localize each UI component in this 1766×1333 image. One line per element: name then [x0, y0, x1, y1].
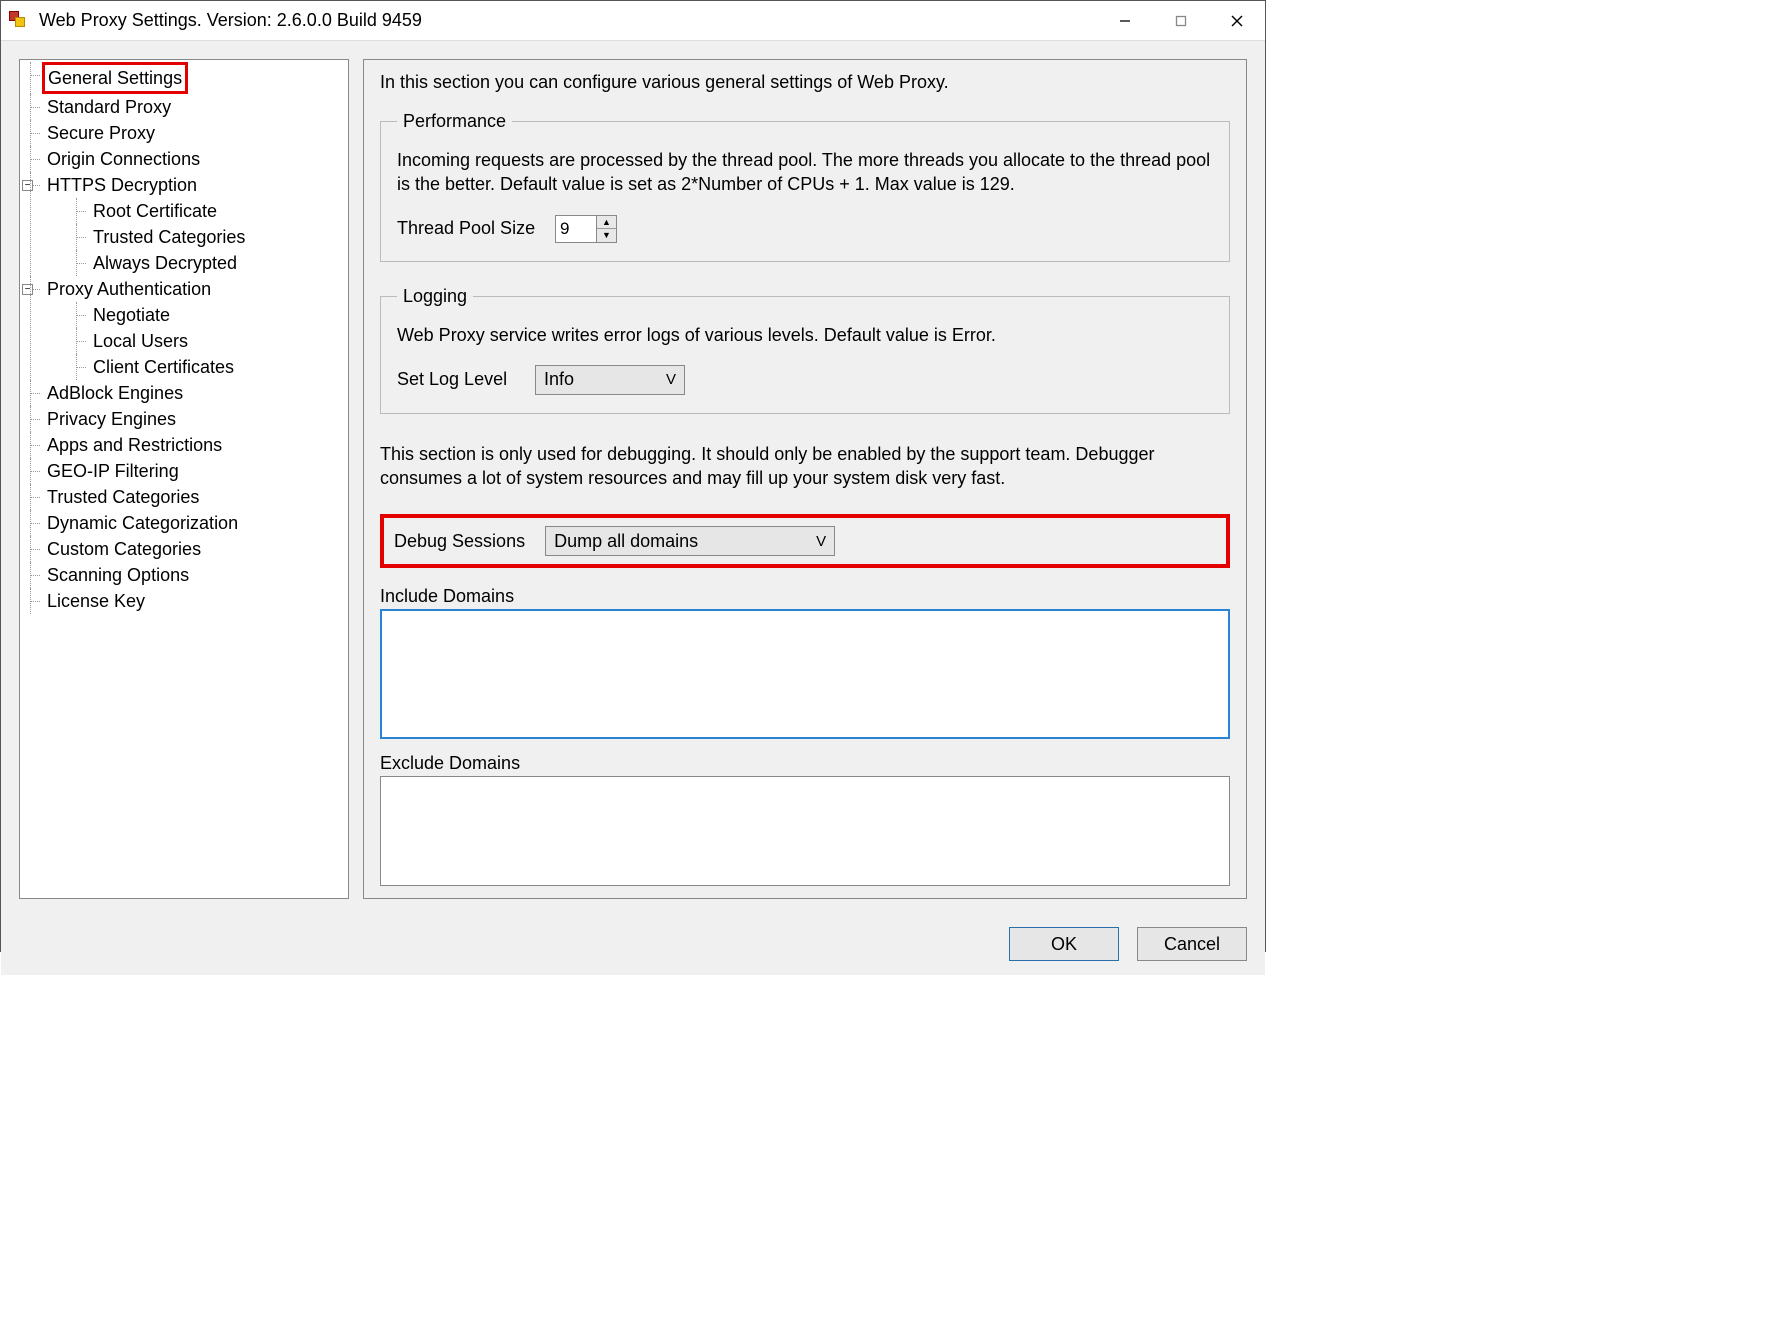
debug-sessions-label: Debug Sessions — [394, 531, 525, 552]
tree-item-origin-connections[interactable]: Origin Connections — [20, 146, 348, 172]
logging-group: Logging Web Proxy service writes error l… — [380, 286, 1230, 414]
include-domains-label: Include Domains — [380, 586, 1230, 607]
cancel-button[interactable]: Cancel — [1137, 927, 1247, 961]
close-button[interactable] — [1209, 1, 1265, 41]
titlebar: Web Proxy Settings. Version: 2.6.0.0 Bui… — [1, 1, 1265, 41]
tree-item-adblock[interactable]: AdBlock Engines — [20, 380, 348, 406]
tree-item-local-users[interactable]: Local Users — [66, 328, 348, 354]
tree-item-dynamic-categorization[interactable]: Dynamic Categorization — [20, 510, 348, 536]
log-level-label: Set Log Level — [397, 369, 517, 390]
debug-desc: This section is only used for debugging.… — [380, 442, 1230, 491]
spinner-down-icon[interactable]: ▼ — [597, 229, 616, 242]
minimize-button[interactable] — [1097, 1, 1153, 41]
maximize-icon — [1175, 15, 1187, 27]
tree-item-client-certs[interactable]: Client Certificates — [66, 354, 348, 380]
app-icon — [9, 11, 29, 31]
tree-item-standard-proxy[interactable]: Standard Proxy — [20, 94, 348, 120]
tree-item-always-decrypted[interactable]: Always Decrypted — [66, 250, 348, 276]
maximize-button[interactable] — [1153, 1, 1209, 41]
dialog-buttons: OK Cancel — [1, 917, 1265, 975]
tree-item-proxy-auth[interactable]: Proxy Authentication Negotiate Local Use… — [20, 276, 348, 380]
collapse-icon[interactable] — [22, 180, 33, 191]
minimize-icon — [1119, 15, 1131, 27]
exclude-domains-textarea[interactable] — [380, 776, 1230, 886]
tree-item-apps-restrictions[interactable]: Apps and Restrictions — [20, 432, 348, 458]
settings-window: Web Proxy Settings. Version: 2.6.0.0 Bui… — [0, 0, 1266, 952]
chevron-down-icon: V — [816, 533, 826, 550]
exclude-domains-label: Exclude Domains — [380, 753, 1230, 774]
log-level-value: Info — [544, 369, 574, 390]
chevron-down-icon: V — [666, 371, 676, 388]
spinner-up-icon[interactable]: ▲ — [597, 216, 616, 230]
tree-item-scanning-options[interactable]: Scanning Options — [20, 562, 348, 588]
window-controls — [1097, 1, 1265, 41]
tree-item-privacy[interactable]: Privacy Engines — [20, 406, 348, 432]
nav-tree: General Settings Standard Proxy Secure P… — [20, 60, 348, 614]
thread-pool-spinner[interactable]: ▲ ▼ — [555, 215, 617, 243]
performance-desc: Incoming requests are processed by the t… — [397, 148, 1213, 197]
debug-sessions-combobox[interactable]: Dump all domains V — [545, 526, 835, 556]
ok-button[interactable]: OK — [1009, 927, 1119, 961]
debug-sessions-highlight: Debug Sessions Dump all domains V — [380, 514, 1230, 568]
close-icon — [1231, 15, 1243, 27]
tree-label-general: General Settings — [42, 62, 188, 94]
debug-sessions-value: Dump all domains — [554, 531, 698, 552]
tree-item-custom-categories[interactable]: Custom Categories — [20, 536, 348, 562]
performance-group: Performance Incoming requests are proces… — [380, 111, 1230, 262]
content-area: General Settings Standard Proxy Secure P… — [1, 41, 1265, 917]
log-level-combobox[interactable]: Info V — [535, 365, 685, 395]
tree-item-negotiate[interactable]: Negotiate — [66, 302, 348, 328]
nav-tree-panel: General Settings Standard Proxy Secure P… — [19, 59, 349, 899]
performance-legend: Performance — [397, 111, 512, 132]
logging-legend: Logging — [397, 286, 473, 307]
panel-intro: In this section you can configure variou… — [380, 72, 1230, 93]
tree-item-trusted-categories-https[interactable]: Trusted Categories — [66, 224, 348, 250]
collapse-icon[interactable] — [22, 284, 33, 295]
include-domains-textarea[interactable] — [380, 609, 1230, 739]
window-title: Web Proxy Settings. Version: 2.6.0.0 Bui… — [39, 10, 1097, 31]
tree-item-secure-proxy[interactable]: Secure Proxy — [20, 120, 348, 146]
tree-item-geoip[interactable]: GEO-IP Filtering — [20, 458, 348, 484]
tree-item-https-decryption[interactable]: HTTPS Decryption Root Certificate Truste… — [20, 172, 348, 276]
tree-item-general[interactable]: General Settings — [20, 62, 348, 94]
logging-desc: Web Proxy service writes error logs of v… — [397, 323, 1213, 347]
tree-item-trusted-categories[interactable]: Trusted Categories — [20, 484, 348, 510]
thread-pool-label: Thread Pool Size — [397, 218, 537, 239]
tree-item-license-key[interactable]: License Key — [20, 588, 348, 614]
tree-item-root-certificate[interactable]: Root Certificate — [66, 198, 348, 224]
thread-pool-input[interactable] — [556, 216, 596, 242]
settings-panel: In this section you can configure variou… — [363, 59, 1247, 899]
